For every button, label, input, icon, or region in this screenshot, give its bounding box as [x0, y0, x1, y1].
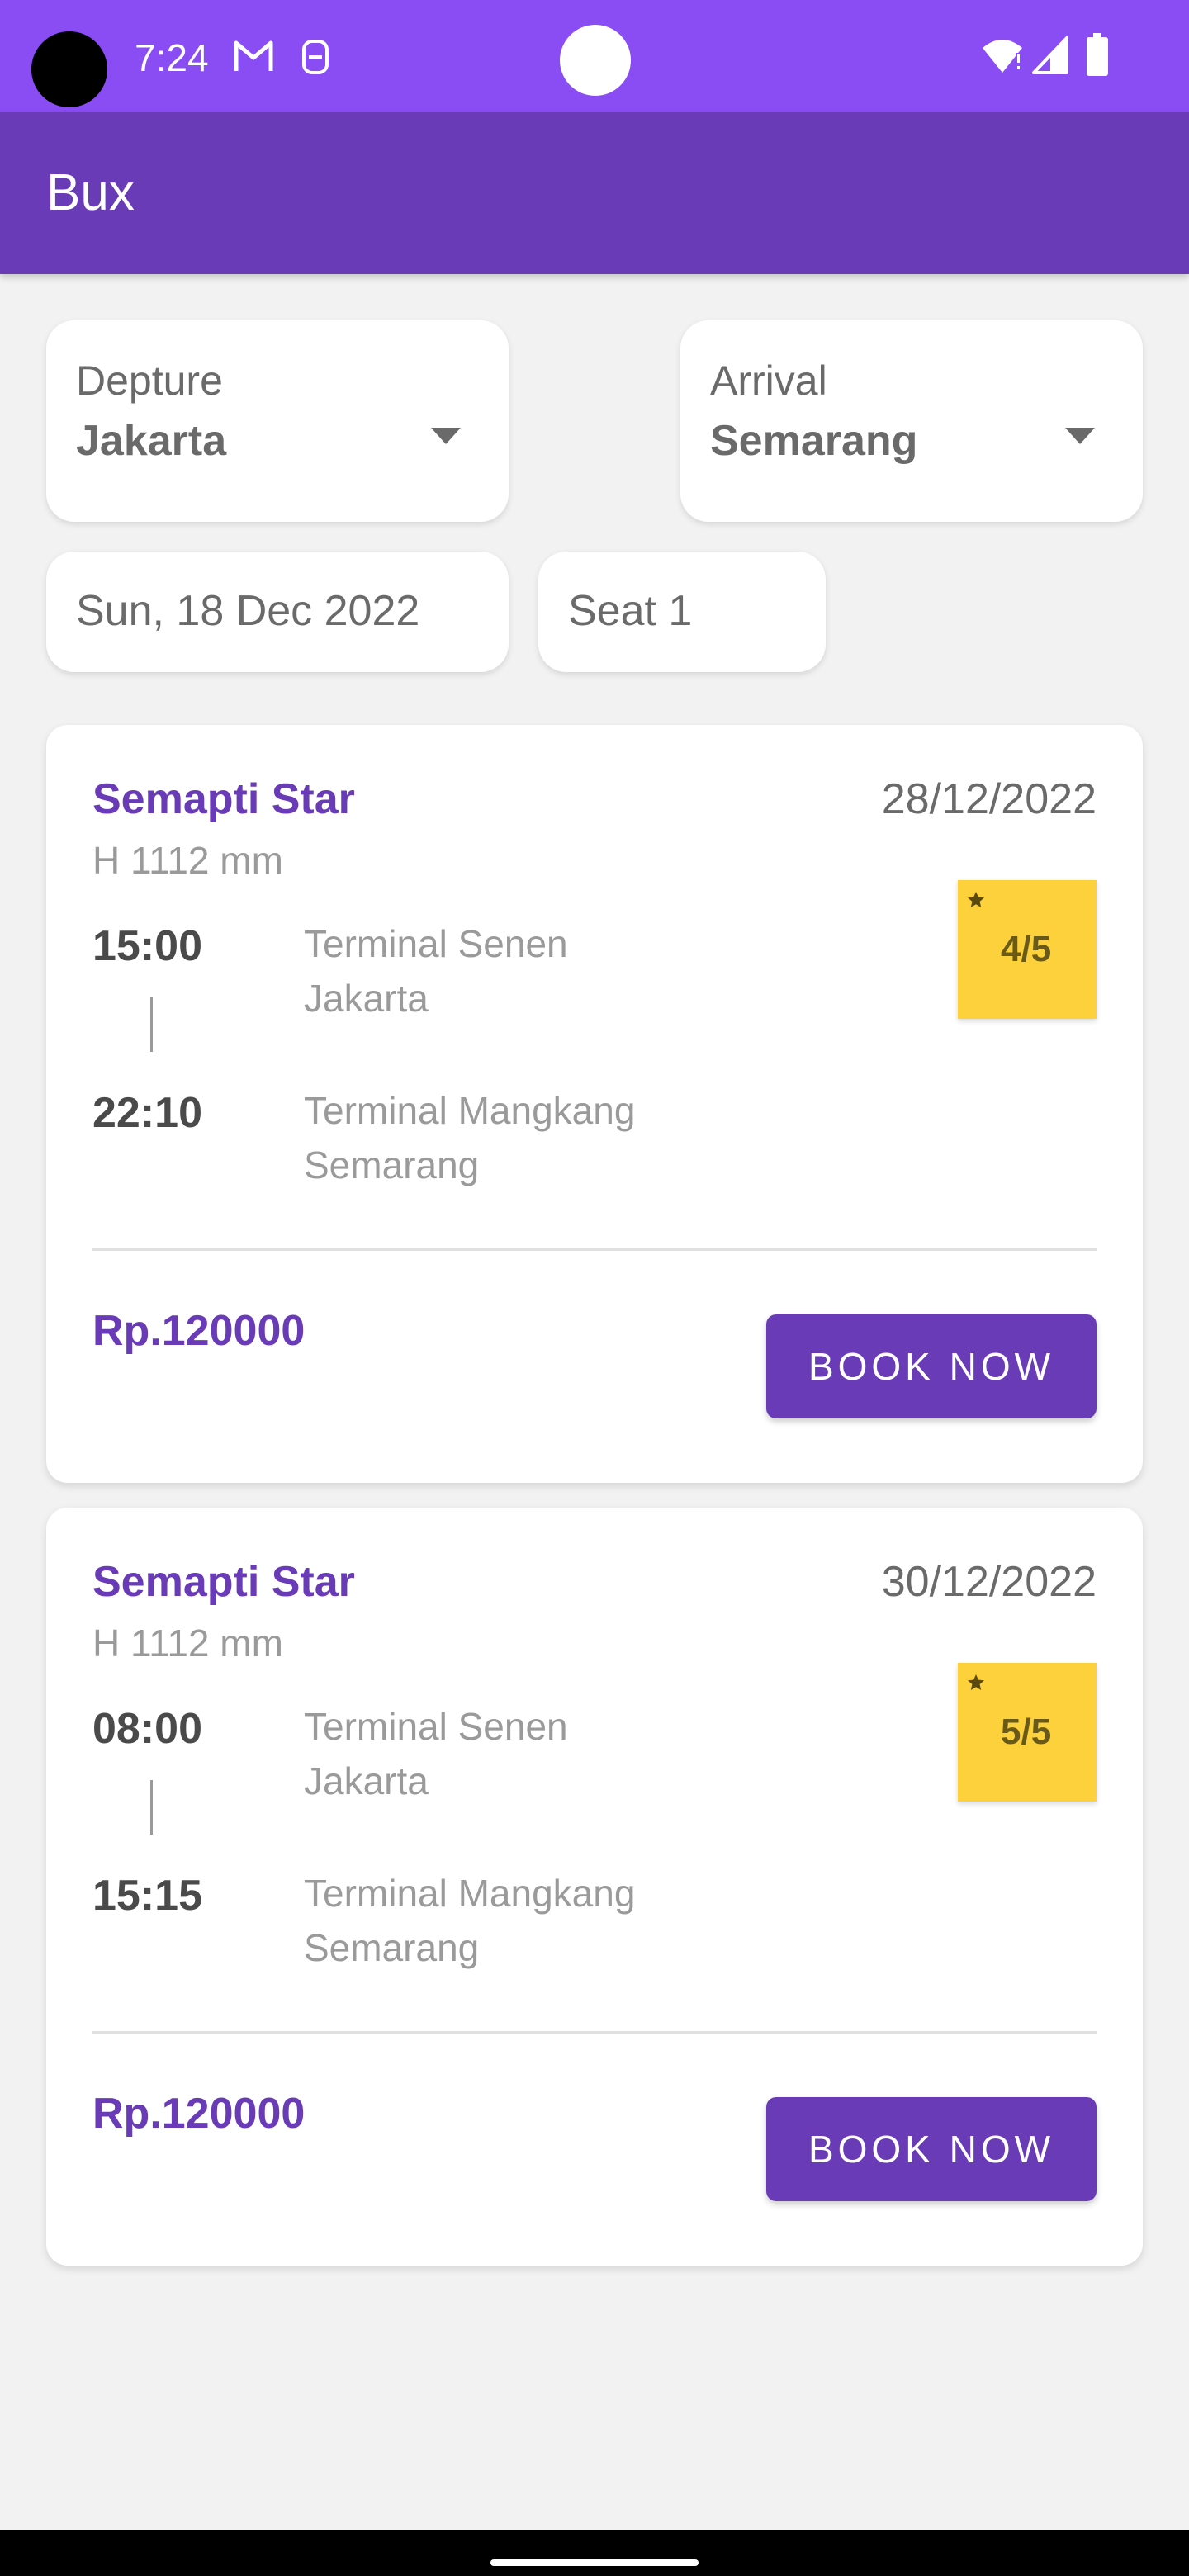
trip-card: Semapti Star H 1112 mm 28/12/2022 4/5 15… — [46, 725, 1143, 1483]
date-value: Sun, 18 Dec 2022 — [76, 587, 420, 635]
trip-date: 30/12/2022 — [881, 1558, 1097, 1606]
chevron-down-icon — [1065, 428, 1095, 444]
depart-time: 15:00 — [92, 922, 202, 970]
depart-terminal: Terminal Senen — [304, 1705, 568, 1748]
book-now-button[interactable]: BOOK NOW — [766, 2097, 1097, 2201]
depart-city: Jakarta — [304, 977, 429, 1020]
trip-price: Rp.120000 — [92, 2090, 306, 2138]
depart-terminal: Terminal Senen — [304, 922, 568, 965]
wifi-icon — [983, 40, 1022, 73]
trip-card: Semapti Star H 1112 mm 30/12/2022 5/5 08… — [46, 1508, 1143, 2266]
trip-price: Rp.120000 — [92, 1307, 306, 1355]
notification-icon — [302, 40, 329, 74]
trip-date: 28/12/2022 — [881, 775, 1097, 823]
arrive-city: Semarang — [304, 1926, 480, 1969]
rating-badge: 5/5 — [958, 1663, 1097, 1802]
rating-value: 5/5 — [1001, 1712, 1052, 1752]
divider — [92, 1248, 1097, 1251]
departure-label: Depture — [76, 358, 223, 404]
depart-city: Jakarta — [304, 1759, 429, 1802]
bus-height: H 1112 mm — [92, 839, 283, 882]
arrive-time: 22:10 — [92, 1089, 202, 1137]
home-indicator[interactable] — [490, 2559, 699, 2566]
seat-selector[interactable]: Seat 1 — [538, 552, 826, 672]
rating-badge: 4/5 — [958, 880, 1097, 1019]
arrival-value: Semarang — [710, 417, 918, 465]
status-time: 7:24 — [135, 36, 209, 79]
bus-name: Semapti Star — [92, 775, 355, 823]
arrive-terminal: Terminal Mangkang — [304, 1872, 636, 1915]
arrive-terminal: Terminal Mangkang — [304, 1089, 636, 1132]
bus-height: H 1112 mm — [92, 1622, 283, 1664]
chevron-down-icon — [431, 428, 461, 444]
arrive-city: Semarang — [304, 1144, 480, 1186]
arrival-selector[interactable]: Arrival Semarang — [680, 320, 1143, 522]
star-icon — [968, 892, 984, 907]
navigation-bar — [0, 2530, 1189, 2576]
gmail-icon — [234, 40, 273, 71]
book-now-button[interactable]: BOOK NOW — [766, 1314, 1097, 1418]
star-icon — [968, 1674, 984, 1690]
app-title: Bux — [46, 164, 135, 221]
date-picker[interactable]: Sun, 18 Dec 2022 — [46, 552, 509, 672]
front-camera-dot — [560, 25, 631, 96]
route-line — [150, 1780, 153, 1835]
app-bar: Bux — [0, 112, 1189, 274]
status-bar: 7:24 — [0, 0, 1189, 112]
route-line — [150, 997, 153, 1052]
depart-time: 08:00 — [92, 1705, 202, 1753]
divider — [92, 2031, 1097, 2034]
rating-value: 4/5 — [1001, 929, 1052, 969]
camera-cutout — [31, 31, 107, 107]
signal-icon — [1032, 36, 1068, 74]
bus-name: Semapti Star — [92, 1558, 355, 1606]
battery-icon — [1087, 33, 1108, 76]
arrive-time: 15:15 — [92, 1872, 202, 1920]
departure-value: Jakarta — [76, 417, 227, 465]
seat-value: Seat 1 — [568, 587, 693, 635]
arrival-label: Arrival — [710, 358, 827, 404]
departure-selector[interactable]: Depture Jakarta — [46, 320, 509, 522]
